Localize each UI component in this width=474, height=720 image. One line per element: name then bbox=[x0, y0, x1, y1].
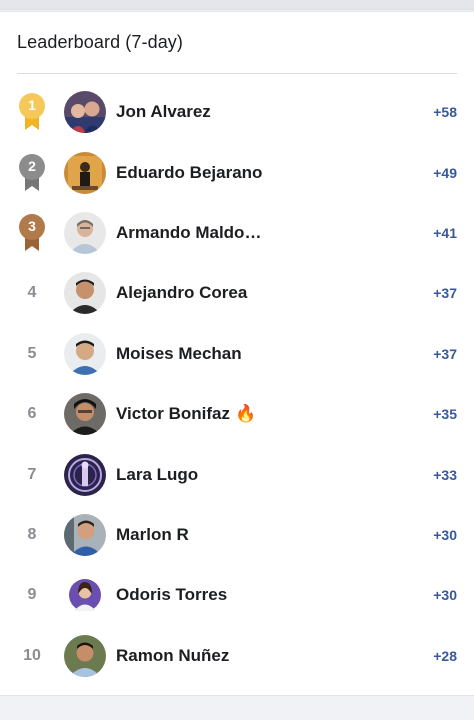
points-value: +41 bbox=[433, 224, 457, 241]
rank-cell: 9 bbox=[0, 565, 64, 625]
rank-number: 4 bbox=[27, 284, 37, 302]
avatar[interactable] bbox=[64, 151, 106, 194]
rank-number: 9 bbox=[27, 586, 37, 604]
leaderboard-row[interactable]: 8 Marlon R +30 bbox=[0, 505, 474, 565]
avatar[interactable] bbox=[64, 513, 106, 556]
avatar[interactable] bbox=[64, 393, 106, 436]
leaderboard-row[interactable]: 3 Armando Maldo… +41 bbox=[0, 203, 474, 263]
rank-cell: 2 bbox=[0, 142, 64, 202]
rank-number: 3 bbox=[28, 217, 36, 234]
rank-cell: 3 bbox=[0, 203, 64, 263]
leaderboard-row[interactable]: 5 Moises Mechan +37 bbox=[0, 324, 474, 384]
avatar[interactable] bbox=[64, 272, 106, 315]
points-value: +49 bbox=[433, 164, 457, 181]
points-value: +33 bbox=[433, 466, 457, 483]
top-strip bbox=[0, 0, 474, 10]
rank-number: 6 bbox=[27, 405, 37, 423]
rank-number: 8 bbox=[27, 525, 37, 543]
player-name[interactable]: Marlon R bbox=[116, 525, 189, 545]
rank-number: 2 bbox=[28, 157, 36, 174]
points-value: +28 bbox=[433, 647, 457, 664]
player-name[interactable]: Armando Maldo… bbox=[116, 223, 261, 243]
rank-cell: 7 bbox=[0, 444, 64, 504]
leaderboard-row[interactable]: 6 Victor Bonifaz 🔥 +35 bbox=[0, 384, 474, 444]
player-name[interactable]: Odoris Torres bbox=[116, 585, 227, 605]
rank-number: 5 bbox=[27, 344, 37, 362]
leaderboard-row[interactable]: 1 Jon Alvarez +58 bbox=[0, 82, 474, 142]
avatar[interactable] bbox=[64, 211, 106, 254]
avatar[interactable] bbox=[64, 453, 106, 496]
rank-cell: 1 bbox=[0, 82, 64, 142]
leaderboard-row[interactable]: 4 Alejandro Corea +37 bbox=[0, 263, 474, 323]
points-value: +37 bbox=[433, 285, 457, 302]
points-value: +58 bbox=[433, 104, 457, 121]
player-name[interactable]: Ramon Nuñez bbox=[116, 646, 229, 666]
leaderboard-title: Leaderboard (7-day) bbox=[17, 32, 184, 52]
avatar[interactable] bbox=[64, 91, 106, 134]
leaderboard-row[interactable]: 10 Ramon Nuñez +28 bbox=[0, 626, 474, 686]
points-value: +35 bbox=[433, 406, 457, 423]
bottom-strip bbox=[0, 696, 474, 720]
player-name[interactable]: Lara Lugo bbox=[116, 465, 198, 485]
player-name[interactable]: Victor Bonifaz bbox=[116, 404, 230, 424]
rank-number: 1 bbox=[28, 97, 36, 114]
player-name[interactable]: Alejandro Corea bbox=[116, 283, 247, 303]
points-value: +30 bbox=[433, 587, 457, 604]
medal-gold-icon: 1 bbox=[17, 92, 47, 132]
avatar[interactable] bbox=[64, 634, 106, 677]
divider bbox=[17, 73, 457, 74]
leaderboard-list: 1 Jon Alvarez +58 2 Eduardo Bejarano +49… bbox=[0, 82, 474, 686]
points-value: +37 bbox=[433, 345, 457, 362]
avatar[interactable] bbox=[64, 332, 106, 375]
leaderboard-card: Leaderboard (7-day) 1 Jon Alvarez +58 2 … bbox=[0, 11, 474, 696]
rank-cell: 8 bbox=[0, 505, 64, 565]
rank-number: 10 bbox=[23, 646, 41, 664]
fire-icon: 🔥 bbox=[234, 404, 257, 424]
leaderboard-row[interactable]: 7 Lara Lugo +33 bbox=[0, 444, 474, 504]
leaderboard-row[interactable]: 2 Eduardo Bejarano +49 bbox=[0, 142, 474, 202]
leaderboard-row[interactable]: 9 Odoris Torres +30 bbox=[0, 565, 474, 625]
rank-cell: 10 bbox=[0, 626, 64, 686]
player-name[interactable]: Moises Mechan bbox=[116, 344, 242, 364]
rank-cell: 6 bbox=[0, 384, 64, 444]
rank-number: 7 bbox=[27, 465, 37, 483]
medal-silver-icon: 2 bbox=[17, 153, 47, 193]
rank-cell: 5 bbox=[0, 324, 64, 384]
medal-bronze-icon: 3 bbox=[17, 213, 47, 253]
rank-cell: 4 bbox=[0, 263, 64, 323]
player-name[interactable]: Jon Alvarez bbox=[116, 102, 211, 122]
points-value: +30 bbox=[433, 526, 457, 543]
player-name[interactable]: Eduardo Bejarano bbox=[116, 163, 262, 183]
avatar[interactable] bbox=[64, 574, 106, 617]
